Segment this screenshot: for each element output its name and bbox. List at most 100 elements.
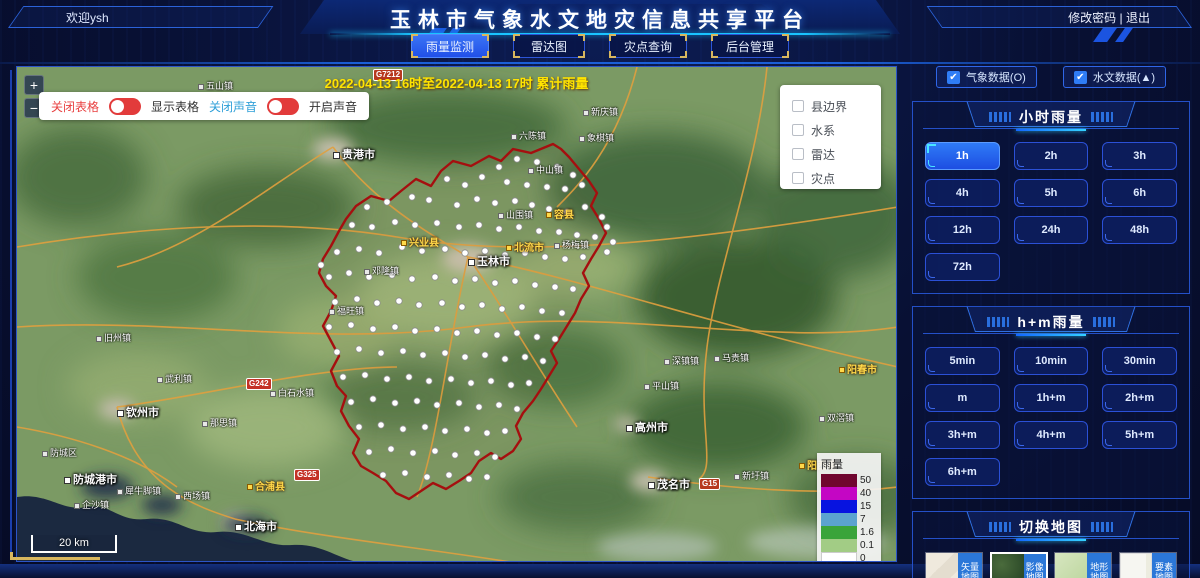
rain-station-dot[interactable] <box>370 396 376 402</box>
rain-station-dot[interactable] <box>484 430 490 436</box>
rain-station-dot[interactable] <box>454 202 460 208</box>
rain-station-dot[interactable] <box>582 204 588 210</box>
rain-station-dot[interactable] <box>452 452 458 458</box>
rain-station-dot[interactable] <box>378 350 384 356</box>
layer-checkbox-县边界[interactable]: 县边界 <box>792 94 881 118</box>
rain-station-dot[interactable] <box>356 424 362 430</box>
rain-station-dot[interactable] <box>479 302 485 308</box>
rain-station-dot[interactable] <box>409 276 415 282</box>
rain-button-2h+m[interactable]: 2h+m <box>1102 384 1177 412</box>
rain-station-dot[interactable] <box>444 176 450 182</box>
toggle-switch[interactable] <box>267 98 299 115</box>
rain-station-dot[interactable] <box>526 380 532 386</box>
rain-station-dot[interactable] <box>388 446 394 452</box>
rain-station-dot[interactable] <box>392 400 398 406</box>
layer-checkbox-水系[interactable]: 水系 <box>792 118 881 142</box>
rain-station-dot[interactable] <box>476 404 482 410</box>
nav-button-后台管理[interactable]: 后台管理 <box>711 34 789 58</box>
rain-station-dot[interactable] <box>514 406 520 412</box>
rain-button-5min[interactable]: 5min <box>925 347 1000 375</box>
rain-station-dot[interactable] <box>346 270 352 276</box>
rain-button-3h[interactable]: 3h <box>1102 142 1177 170</box>
rain-station-dot[interactable] <box>412 222 418 228</box>
map-type-要素地图[interactable]: 要素地图 <box>1119 552 1177 578</box>
rain-station-dot[interactable] <box>326 274 332 280</box>
rain-station-dot[interactable] <box>370 326 376 332</box>
rain-station-dot[interactable] <box>474 328 480 334</box>
rain-station-dot[interactable] <box>502 428 508 434</box>
rain-station-dot[interactable] <box>514 156 520 162</box>
rain-button-6h[interactable]: 6h <box>1102 179 1177 207</box>
rain-station-dot[interactable] <box>348 322 354 328</box>
rain-station-dot[interactable] <box>536 228 542 234</box>
rain-station-dot[interactable] <box>562 186 568 192</box>
rain-station-dot[interactable] <box>349 222 355 228</box>
rain-station-dot[interactable] <box>434 220 440 226</box>
rain-station-dot[interactable] <box>378 422 384 428</box>
rain-station-dot[interactable] <box>502 356 508 362</box>
rain-station-dot[interactable] <box>539 308 545 314</box>
data-checkbox-气象数据(O)[interactable]: ✔气象数据(O) <box>936 66 1037 88</box>
rain-station-dot[interactable] <box>592 234 598 240</box>
rain-station-dot[interactable] <box>412 328 418 334</box>
rain-button-1h[interactable]: 1h <box>925 142 1000 170</box>
rain-station-dot[interactable] <box>396 298 402 304</box>
rain-station-dot[interactable] <box>544 184 550 190</box>
rain-station-dot[interactable] <box>392 219 398 225</box>
rain-station-dot[interactable] <box>400 348 406 354</box>
rain-station-dot[interactable] <box>420 352 426 358</box>
rain-button-5h[interactable]: 5h <box>1014 179 1089 207</box>
rain-station-dot[interactable] <box>456 224 462 230</box>
rain-station-dot[interactable] <box>484 474 490 480</box>
rain-station-dot[interactable] <box>400 426 406 432</box>
rain-station-dot[interactable] <box>492 200 498 206</box>
rain-station-dot[interactable] <box>492 280 498 286</box>
rain-station-dot[interactable] <box>556 229 562 235</box>
rain-station-dot[interactable] <box>494 332 500 338</box>
rain-station-dot[interactable] <box>356 346 362 352</box>
rain-button-5h+m[interactable]: 5h+m <box>1102 421 1177 449</box>
map-type-矢量地图[interactable]: 矢量地图 <box>925 552 983 578</box>
rain-station-dot[interactable] <box>559 310 565 316</box>
rain-station-dot[interactable] <box>354 296 360 302</box>
rain-station-dot[interactable] <box>580 254 586 260</box>
rain-station-dot[interactable] <box>552 284 558 290</box>
rain-station-dot[interactable] <box>432 448 438 454</box>
layer-checkbox-灾点[interactable]: 灾点 <box>792 166 881 190</box>
rain-station-dot[interactable] <box>416 302 422 308</box>
rain-station-dot[interactable] <box>446 472 452 478</box>
rain-station-dot[interactable] <box>482 352 488 358</box>
rain-station-dot[interactable] <box>374 300 380 306</box>
rain-station-dot[interactable] <box>542 254 548 260</box>
rain-station-dot[interactable] <box>334 249 340 255</box>
rain-station-dot[interactable] <box>532 282 538 288</box>
rain-station-dot[interactable] <box>524 182 530 188</box>
layer-checkbox-雷达[interactable]: 雷达 <box>792 142 881 166</box>
rain-station-dot[interactable] <box>362 372 368 378</box>
data-checkbox-水文数据(▲)[interactable]: ✔水文数据(▲) <box>1063 66 1166 88</box>
rain-station-dot[interactable] <box>468 380 474 386</box>
rain-station-dot[interactable] <box>318 262 324 268</box>
rain-station-dot[interactable] <box>479 174 485 180</box>
rain-station-dot[interactable] <box>540 358 546 364</box>
rain-station-dot[interactable] <box>439 300 445 306</box>
rain-station-dot[interactable] <box>519 304 525 310</box>
rain-station-dot[interactable] <box>452 278 458 284</box>
rain-station-dot[interactable] <box>562 256 568 262</box>
rain-button-24h[interactable]: 24h <box>1014 216 1089 244</box>
rain-station-dot[interactable] <box>512 198 518 204</box>
rain-station-dot[interactable] <box>462 354 468 360</box>
rain-station-dot[interactable] <box>409 194 415 200</box>
rain-station-dot[interactable] <box>599 214 605 220</box>
rain-button-6h+m[interactable]: 6h+m <box>925 458 1000 486</box>
rain-station-dot[interactable] <box>522 354 528 360</box>
rain-station-dot[interactable] <box>496 402 502 408</box>
rain-station-dot[interactable] <box>432 274 438 280</box>
rain-button-3h+m[interactable]: 3h+m <box>925 421 1000 449</box>
rain-station-dot[interactable] <box>464 426 470 432</box>
rain-station-dot[interactable] <box>406 374 412 380</box>
nav-button-雷达图[interactable]: 雷达图 <box>513 34 585 58</box>
rain-station-dot[interactable] <box>514 330 520 336</box>
rain-station-dot[interactable] <box>384 376 390 382</box>
rain-station-dot[interactable] <box>364 204 370 210</box>
